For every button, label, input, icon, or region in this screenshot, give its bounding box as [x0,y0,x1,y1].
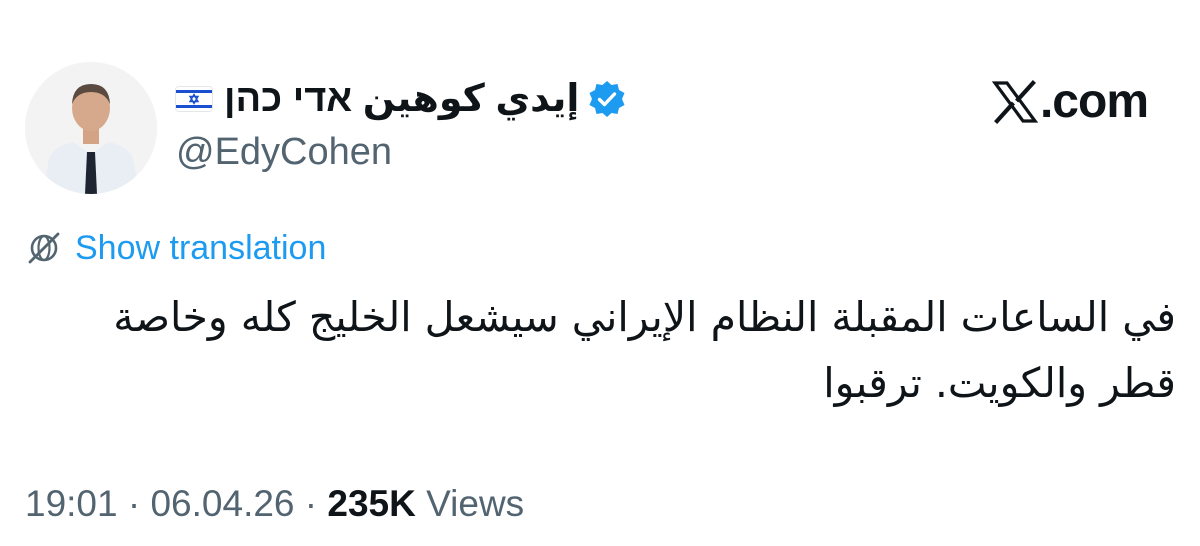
israel-flag-icon [176,87,212,111]
show-translation[interactable]: Show translation [25,226,326,270]
tweet-time[interactable]: 19:01 [25,483,118,524]
meta-separator: · [117,483,151,524]
brand-domain-text: .com [1039,75,1149,128]
avatar[interactable] [25,62,157,194]
views-count[interactable]: 235K [327,483,415,524]
x-brand: .com [991,74,1149,130]
views-label[interactable]: Views [416,483,524,524]
meta-separator: · [294,483,328,524]
x-logo-icon [991,79,1038,125]
show-translation-link[interactable]: Show translation [75,229,326,268]
author-handle[interactable]: @EdyCohen [176,131,392,174]
author-display-name[interactable]: إيدي كوهين אדי כהן [224,80,579,118]
tweet-text: في الساعات المقبلة النظام الإيراني سيشعل… [113,293,1176,407]
verified-badge-icon[interactable] [587,79,627,119]
author-name-row[interactable]: إيدي كوهين אדי כהן [176,74,627,124]
avatar-photo [25,62,157,194]
globe-translate-icon [25,229,63,267]
tweet-date[interactable]: 06.04.26 [150,483,294,524]
tweet-meta: 19:01 · 06.04.26 · 235K Views [25,483,524,525]
